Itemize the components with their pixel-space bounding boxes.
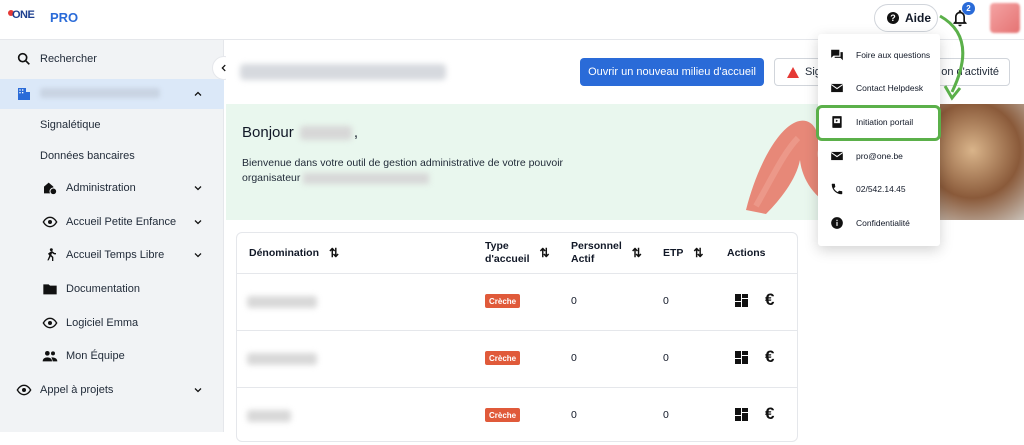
sidebar-item-documentation[interactable]: Documentation [0, 274, 224, 304]
chevron-down-icon[interactable] [192, 216, 204, 228]
sidebar-item-organisation[interactable] [0, 79, 224, 109]
eye-icon [42, 317, 58, 329]
place-name-redacted [247, 410, 291, 422]
sidebar-item-search[interactable]: Rechercher [0, 44, 224, 74]
greeting: Bonjour , [242, 124, 358, 141]
type-badge: Crèche [485, 294, 521, 308]
table-row[interactable]: Crèche 0 0 € [237, 331, 797, 388]
sidebar-subitem-donnees-bancaires[interactable]: Données bancaires [0, 141, 224, 171]
sidebar-item-label: Accueil Temps Libre [66, 249, 165, 261]
chevron-up-icon[interactable] [192, 88, 204, 100]
greeting-word: Bonjour [242, 124, 294, 141]
place-name-redacted [247, 296, 317, 308]
sidebar-item-label: Données bancaires [40, 150, 135, 162]
personnel-value: 0 [571, 295, 577, 307]
phone-icon [831, 183, 843, 195]
menu-item-label: pro@one.be [856, 151, 903, 161]
etp-value: 0 [663, 295, 669, 307]
sidebar-item-accueil-petite-enfance[interactable]: Accueil Petite Enfance [0, 207, 224, 237]
organisation-name-redacted [40, 87, 160, 101]
new-place-button[interactable]: Ouvrir un nouveau milieu d'accueil [580, 58, 764, 86]
etp-value: 0 [663, 409, 669, 421]
type-badge: Crèche [485, 351, 521, 365]
eye-icon [16, 384, 32, 396]
child-photo [938, 104, 1024, 220]
table-row[interactable]: Crèche 0 0 € [237, 274, 797, 331]
place-name-redacted [247, 353, 317, 365]
sidebar-item-administration[interactable]: Administration [0, 173, 224, 203]
logo-text: ONE [12, 9, 35, 21]
sidebar-item-appel-a-projets[interactable]: Appel à projets [0, 375, 224, 405]
user-name-redacted [299, 126, 352, 141]
sidebar: Rechercher Signalétique Données bancaire… [0, 40, 224, 432]
mail-icon [830, 83, 844, 93]
column-header-actions: Actions [727, 233, 766, 273]
column-header-denomination[interactable]: Dénomination ⇅ [249, 233, 339, 273]
building-shield-icon [44, 182, 58, 196]
column-header-type[interactable]: Type d'accueil ⇅ [485, 233, 550, 273]
sidebar-item-label: Logiciel Emma [66, 317, 139, 329]
column-label: Type d'accueil [485, 240, 530, 265]
folder-icon [43, 284, 57, 295]
euro-icon[interactable]: € [765, 347, 774, 367]
annotation-arrow-icon [939, 14, 965, 101]
sort-icon[interactable]: ⇅ [632, 246, 642, 260]
euro-icon[interactable]: € [765, 290, 774, 310]
sidebar-item-label: Accueil Petite Enfance [66, 216, 177, 228]
menu-item-label: 02/542.14.45 [856, 184, 906, 194]
sidebar-item-accueil-temps-libre[interactable]: Accueil Temps Libre [0, 240, 224, 270]
column-header-etp[interactable]: ETP ⇅ [663, 233, 703, 273]
column-header-personnel[interactable]: Personnel Actif ⇅ [571, 233, 642, 273]
table-row[interactable]: Crèche 0 0 € [237, 388, 797, 445]
places-table: Dénomination ⇅ Type d'accueil ⇅ Personnel … [236, 232, 798, 442]
euro-icon[interactable]: € [765, 404, 774, 424]
page-title-redacted [240, 64, 446, 80]
sort-icon[interactable]: ⇅ [540, 246, 550, 260]
chevron-down-icon[interactable] [192, 249, 204, 261]
mail-icon [830, 151, 844, 161]
dashboard-icon[interactable] [735, 294, 748, 307]
warning-icon [787, 66, 799, 78]
eye-icon [42, 216, 58, 228]
highlight-box [816, 105, 941, 141]
sidebar-item-label: Appel à projets [40, 384, 114, 396]
column-label: Personnel Actif [571, 240, 622, 265]
sidebar-item-label: Mon Équipe [66, 350, 125, 362]
running-icon [47, 248, 56, 261]
menu-item-privacy[interactable]: Confidentialité [818, 207, 940, 239]
menu-item-label: Confidentialité [856, 218, 910, 228]
info-icon [831, 217, 843, 229]
etp-value: 0 [663, 352, 669, 364]
sidebar-item-logiciel-emma[interactable]: Logiciel Emma [0, 308, 224, 338]
column-label: Dénomination [249, 246, 319, 259]
sidebar-item-label: Documentation [66, 283, 140, 295]
sidebar-subitem-signaletique[interactable]: Signalétique [0, 110, 224, 140]
welcome-text: Bienvenue dans votre outil de gestion ad… [242, 156, 582, 186]
column-label: ETP [663, 246, 684, 259]
type-badge: Crèche [485, 408, 521, 422]
sidebar-item-label: Rechercher [40, 53, 97, 65]
personnel-value: 0 [571, 352, 577, 364]
dashboard-icon[interactable] [735, 351, 748, 364]
product-name: PRO [50, 10, 79, 25]
sidebar-item-label: Signalétique [40, 119, 101, 131]
sort-icon[interactable]: ⇅ [329, 246, 339, 260]
sidebar-item-label: Administration [66, 182, 136, 194]
search-icon [17, 52, 30, 65]
sort-icon[interactable]: ⇅ [693, 246, 703, 260]
menu-item-email[interactable]: pro@one.be [818, 140, 940, 172]
people-icon [42, 351, 58, 362]
menu-item-phone[interactable]: 02/542.14.45 [818, 173, 940, 205]
greeting-suffix: , [353, 124, 359, 141]
building-icon [18, 88, 30, 100]
column-label: Actions [727, 246, 766, 259]
sidebar-item-mon-equipe[interactable]: Mon Équipe [0, 341, 224, 371]
organisation-name-redacted [303, 172, 430, 184]
dashboard-icon[interactable] [735, 408, 748, 421]
chat-icon [831, 49, 843, 61]
personnel-value: 0 [571, 409, 577, 421]
avatar[interactable] [990, 3, 1020, 33]
chevron-down-icon[interactable] [192, 182, 204, 194]
chevron-down-icon[interactable] [192, 384, 204, 396]
